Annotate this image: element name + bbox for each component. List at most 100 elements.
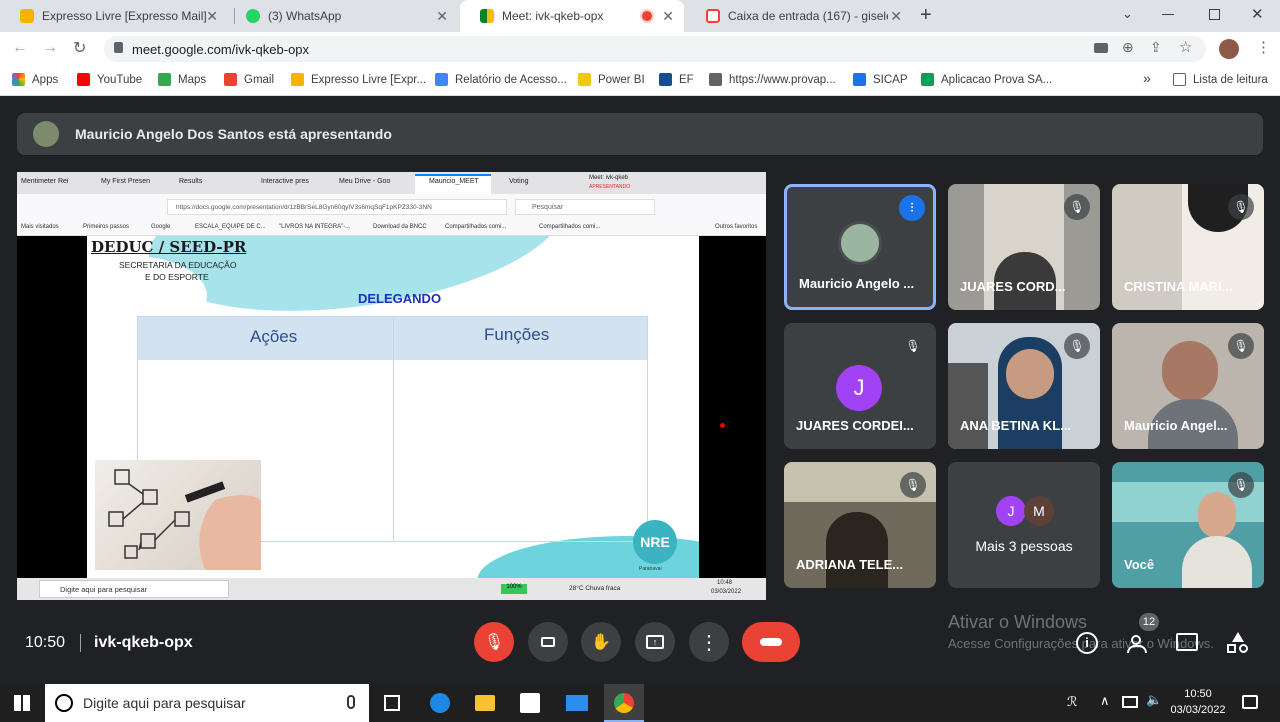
mail-icon[interactable] [566,695,588,711]
address-bar[interactable]: meet.google.com/ivk-qkeb-opx ⊕ ⇪ ☆ [104,36,1206,62]
slide-header-sub: E DO ESPORTE [145,272,209,282]
taskbar-time[interactable]: 10:50 [1170,688,1226,700]
bookmark-expresso[interactable]: Expresso Livre [Expr... [291,73,426,86]
table-col-funcoes: Funções [484,325,550,344]
reload-icon[interactable]: ↻ [73,38,86,58]
windows-start-icon[interactable] [14,695,30,711]
gmail-favicon-icon [706,9,720,23]
store-icon[interactable] [520,693,540,713]
participant-tile-self[interactable]: 🎙 Você [1112,462,1264,588]
profile-avatar[interactable] [1219,39,1239,59]
camera-icon[interactable] [1094,43,1108,53]
participants-button[interactable] [1125,632,1151,654]
file-explorer-icon[interactable] [475,695,495,711]
bookmark-ef[interactable]: EF [659,73,694,86]
mic-off-icon: 🎙 [1228,472,1254,498]
bookmark-label: YouTube [97,73,143,86]
meeting-clock: 10:50 [25,634,66,651]
bookmark-label: Gmail [244,73,275,86]
bookmark-star-icon[interactable]: ☆ [1179,38,1192,56]
bookmark-prova[interactable]: Aplicacao Prova SA... [921,73,1052,86]
gmail-icon [224,73,237,86]
bookmark-maps[interactable]: Maps [158,73,206,86]
participant-tile[interactable]: J 🎙 JUARES CORDEI... [784,323,936,449]
chrome-taskbar-button[interactable] [604,684,644,722]
shared-bookmark: Primeiros passos [83,224,130,230]
bookmark-label: Aplicacao Prova SA... [941,73,1053,86]
raise-hand-button[interactable]: ✋ [581,622,621,662]
minimize-button[interactable] [1162,14,1174,15]
new-tab-button[interactable]: + [920,4,932,27]
participant-video-face [1198,492,1236,538]
bookmark-provap[interactable]: https://www.provap... [709,73,836,86]
browser-tab-strip: Expresso Livre [Expresso Mail] ✕ (3) Wha… [0,0,1280,32]
shared-screen[interactable]: Mentimeter Rei My First Presen Results I… [17,172,766,600]
activities-button[interactable] [1227,632,1249,654]
restore-button[interactable] [1209,9,1220,20]
tab-gmail[interactable]: Caixa de entrada (167) - giselead ✕ [686,0,912,32]
participant-tile[interactable]: 🎙 JUARES CORD... [948,184,1100,310]
hand-drawing-diagram [108,469,261,570]
bookmark-apps[interactable]: Apps [12,73,58,86]
letterbox-right [699,236,766,578]
bookmark-relatorio[interactable]: Relatório de Acesso... [435,73,567,86]
zoom-icon[interactable]: ⊕ [1122,39,1134,56]
microphone-icon[interactable] [347,695,355,709]
participant-name: Mauricio Angelo ... [799,276,915,291]
participant-name: Você [1124,557,1155,572]
taskbar-date[interactable]: 03/03/2022 [1166,704,1230,716]
close-icon[interactable]: ✕ [206,8,218,25]
url-text: meet.google.com/ivk-qkeb-opx [132,41,310,57]
close-window-button[interactable]: ✕ [1251,5,1264,23]
volume-icon[interactable]: 🔈 [1146,692,1162,708]
close-icon[interactable]: ✕ [436,8,448,25]
leave-call-button[interactable] [742,622,800,662]
mic-toggle-button[interactable]: 🎙 [474,622,514,662]
participant-name: JUARES CORDEI... [796,418,914,433]
back-arrow-icon[interactable]: ← [12,39,28,57]
bookmark-label: Apps [32,73,59,86]
letterbox-left [17,236,87,578]
share-icon[interactable]: ⇪ [1150,39,1162,56]
shared-clock-date: 03/03/2022 [711,589,742,595]
tab-title: (3) WhatsApp [268,9,342,23]
participant-tile[interactable]: 🎙 Mauricio Angel... [1112,323,1264,449]
camera-toggle-button[interactable] [528,622,568,662]
sheets-icon [921,73,934,86]
present-button[interactable]: ↑ [635,622,675,662]
edge-icon[interactable] [430,693,450,713]
close-icon[interactable]: ✕ [662,8,674,25]
maps-icon [158,73,171,86]
presenter-text: Mauricio Angelo Dos Santos está apresent… [75,126,392,142]
tab-expresso[interactable]: Expresso Livre [Expresso Mail] ✕ [0,0,228,32]
more-bookmarks-icon[interactable]: » [1143,70,1151,86]
close-icon[interactable]: ✕ [890,8,902,25]
chat-icon[interactable] [1176,633,1198,651]
mic-off-icon: 🎙 [1228,194,1254,220]
bookmark-gmail[interactable]: Gmail [224,73,274,86]
participant-tile[interactable]: 🎙 ADRIANA TELE... [784,462,936,588]
people-tray-icon[interactable]: ℛ [1067,694,1077,710]
tab-whatsapp[interactable]: (3) WhatsApp ✕ [226,0,458,32]
shared-bookmark: Compartilhados comi... [445,224,507,230]
participant-tile-presenter[interactable]: ⫶ Mauricio Angelo ... [784,184,936,310]
reading-list[interactable]: Lista de leitura [1173,73,1268,86]
shared-tab: Meet: ivk-qkeb [589,175,629,181]
bookmark-powerbi[interactable]: Power BI [578,73,645,86]
menu-dots-icon[interactable]: ⋮ [1256,38,1271,56]
forward-arrow-icon[interactable]: → [42,39,58,57]
taskbar-search[interactable]: Digite aqui para pesquisar [45,684,369,722]
show-hidden-icons[interactable]: ∧ [1100,693,1110,709]
meeting-details-icon[interactable]: i [1076,632,1098,654]
participant-tile-more[interactable]: J M Mais 3 pessoas [948,462,1100,588]
tab-meet[interactable]: Meet: ivk-qkeb-opx ✕ [460,0,684,32]
bookmark-sicap[interactable]: SICAP [853,73,908,86]
network-icon[interactable] [1122,696,1138,708]
more-options-button[interactable]: ⋮ [689,622,729,662]
task-view-icon[interactable] [384,695,400,711]
participant-tile[interactable]: 🎙 CRISTINA MARI... [1112,184,1264,310]
participant-tile[interactable]: 🎙 ANA BETINA KL... [948,323,1100,449]
tab-search-icon[interactable]: ⌄ [1122,6,1133,22]
bookmark-youtube[interactable]: YouTube [77,73,142,86]
notification-icon[interactable] [1242,695,1258,709]
